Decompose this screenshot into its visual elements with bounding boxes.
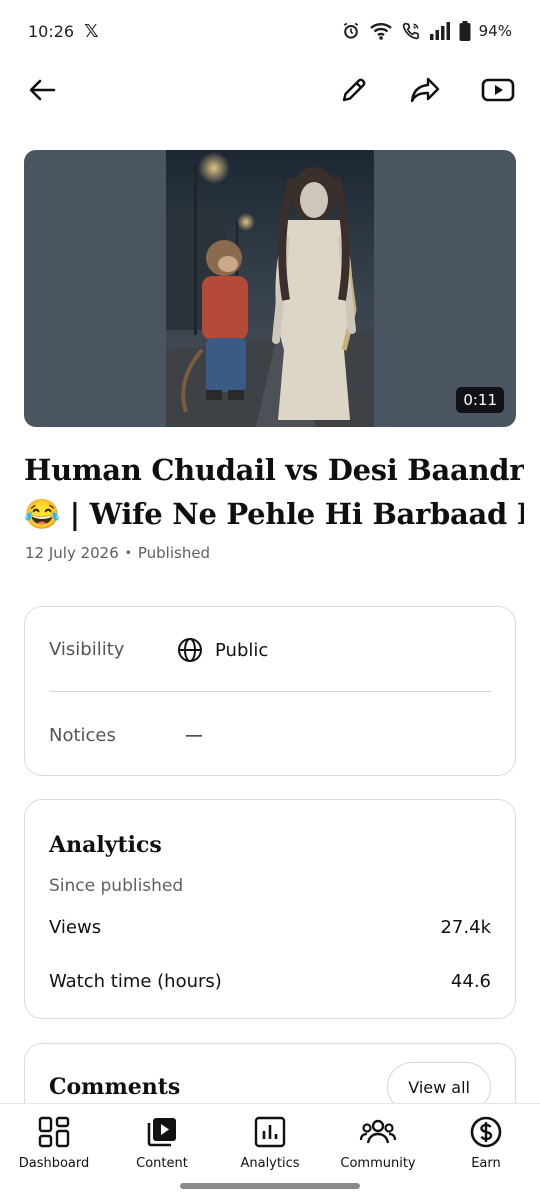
publish-date: 12 July 2026: [25, 544, 119, 562]
battery-icon: [459, 21, 471, 41]
notices-label: Notices: [49, 725, 116, 746]
battery-percent: 94%: [478, 22, 512, 40]
open-in-youtube-button[interactable]: [478, 70, 518, 110]
video-title: Human Chudail vs Desi Baandru 😂 | Wife N…: [24, 448, 524, 536]
earn-icon: [466, 1112, 506, 1152]
publish-status: Published: [137, 544, 211, 562]
status-bar: 10:26 𝕏 94%: [0, 0, 540, 62]
thumbnail-image: [166, 150, 374, 427]
video-title-line-2: 😂 | Wife Ne Pehle Hi Barbaad K..: [24, 497, 524, 531]
analytics-card[interactable]: Analytics Since published Views 27.4k Wa…: [24, 799, 516, 1019]
views-value: 27.4k: [440, 917, 491, 938]
separator-dot: •: [124, 546, 132, 560]
watch-time-value: 44.6: [450, 971, 491, 992]
watch-time-label: Watch time (hours): [49, 971, 222, 992]
divider: [49, 691, 491, 692]
alarm-icon: [341, 21, 361, 41]
notices-value: —: [185, 725, 203, 746]
gesture-navigation-bar[interactable]: [180, 1183, 360, 1189]
top-app-bar: [0, 62, 540, 118]
pencil-icon: [342, 78, 366, 102]
visibility-text: Public: [215, 639, 269, 661]
signal-icon: [429, 22, 451, 40]
nav-analytics-label: Analytics: [240, 1156, 300, 1171]
nav-dashboard[interactable]: Dashboard: [0, 1104, 108, 1200]
wifi-calling-icon: [401, 21, 421, 41]
nav-community-label: Community: [340, 1156, 416, 1171]
content-icon: [142, 1112, 182, 1152]
video-thumbnail[interactable]: 0:11: [24, 150, 516, 427]
analytics-icon: [250, 1112, 290, 1152]
wifi-icon: [369, 21, 393, 41]
nav-content-label: Content: [136, 1156, 188, 1171]
nav-earn-label: Earn: [471, 1156, 501, 1171]
clock: 10:26: [28, 21, 75, 41]
nav-dashboard-label: Dashboard: [18, 1156, 90, 1171]
visibility-label: Visibility: [49, 639, 125, 660]
edit-button[interactable]: [334, 70, 374, 110]
comments-title: Comments: [49, 1074, 181, 1100]
analytics-title: Analytics: [49, 832, 162, 858]
back-arrow-icon: [29, 79, 56, 101]
dashboard-icon: [34, 1112, 74, 1152]
community-icon: [358, 1112, 398, 1152]
share-arrow-icon: [410, 77, 440, 103]
video-duration: 0:11: [456, 387, 504, 413]
views-label: Views: [49, 917, 102, 938]
youtube-play-icon: [481, 78, 515, 102]
video-title-line-1: Human Chudail vs Desi Baandru: [24, 453, 524, 487]
video-meta: 12 July 2026 • Published: [25, 544, 210, 562]
details-card: Visibility Public Notices —: [24, 606, 516, 776]
analytics-subtitle: Since published: [49, 876, 184, 896]
x-app-icon: 𝕏: [84, 20, 99, 42]
visibility-value[interactable]: Public: [177, 637, 268, 663]
globe-icon: [178, 638, 202, 662]
nav-earn[interactable]: Earn: [432, 1104, 540, 1200]
share-button[interactable]: [405, 70, 445, 110]
back-button[interactable]: [22, 70, 62, 110]
